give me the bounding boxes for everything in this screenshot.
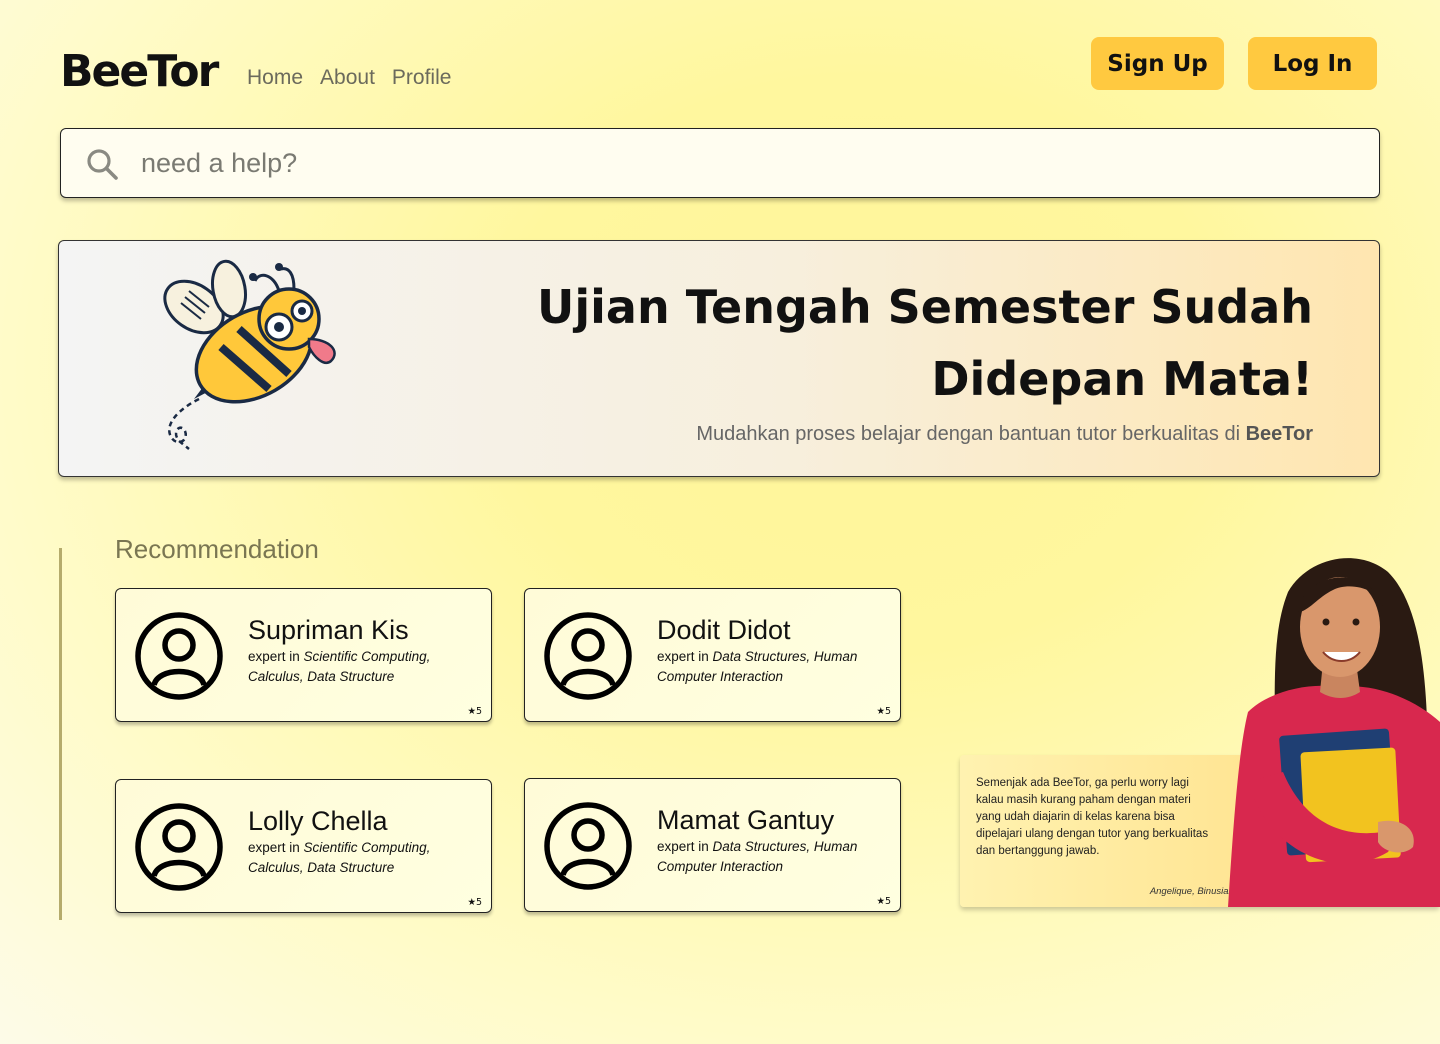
search-input[interactable] xyxy=(141,139,1341,187)
tutor-rating: ★5 xyxy=(467,897,482,908)
user-avatar-icon xyxy=(544,802,632,890)
banner-subtitle-text: Mudahkan proses belajar dengan bantuan t… xyxy=(696,423,1246,445)
banner-title: Ujian Tengah Semester Sudah Didepan Mata… xyxy=(513,271,1313,415)
search-icon xyxy=(87,149,118,180)
recommendation-title: Recommendation xyxy=(115,534,319,564)
banner-subtitle: Mudahkan proses belajar dengan bantuan t… xyxy=(696,423,1313,446)
nav-about[interactable]: About xyxy=(320,66,375,90)
nav-home[interactable]: Home xyxy=(247,66,303,90)
bee-illustration xyxy=(163,259,336,450)
tutor-card[interactable]: Dodit Didot expert in Data Structures, H… xyxy=(524,588,901,722)
main-nav: Home About Profile xyxy=(247,66,451,90)
tutor-card[interactable]: Supriman Kis expert in Scientific Comput… xyxy=(115,588,492,722)
user-avatar-icon xyxy=(135,803,223,891)
tutor-card[interactable]: Mamat Gantuy expert in Data Structures, … xyxy=(524,778,901,912)
tutor-expertise: expert in Scientific Computing, Calculus… xyxy=(248,649,431,684)
tutor-card[interactable]: Lolly Chella expert in Scientific Comput… xyxy=(115,779,492,913)
testimonial-quote: Semenjak ada BeeTor, ga perlu worry lagi… xyxy=(976,777,1209,857)
hero-banner: Ujian Tengah Semester Sudah Didepan Mata… xyxy=(58,240,1380,477)
tutor-name: Mamat Gantuy xyxy=(657,805,835,835)
tutor-name: Supriman Kis xyxy=(248,615,409,645)
tutor-rating: ★5 xyxy=(467,706,482,717)
tutor-expertise: expert in Data Structures, Human Compute… xyxy=(657,839,858,874)
tutor-rating: ★5 xyxy=(876,896,891,907)
logo[interactable]: BeeTor xyxy=(60,46,219,97)
sign-up-button[interactable]: Sign Up xyxy=(1091,37,1224,90)
tutor-name: Lolly Chella xyxy=(248,806,388,836)
recommendation-divider xyxy=(59,548,62,920)
banner-subtitle-brand: BeeTor xyxy=(1245,423,1313,445)
tutor-rating: ★5 xyxy=(876,706,891,717)
banner-title-line1: Ujian Tengah Semester Sudah xyxy=(537,280,1313,334)
testimonial-author: Angelique, Binusian 27 xyxy=(1149,886,1247,897)
tutor-name: Dodit Didot xyxy=(657,615,791,645)
log-in-button[interactable]: Log In xyxy=(1248,37,1377,90)
search-bar[interactable] xyxy=(60,128,1380,198)
user-avatar-icon xyxy=(544,612,632,700)
nav-profile[interactable]: Profile xyxy=(392,66,452,90)
banner-title-line2: Didepan Mata! xyxy=(931,352,1313,406)
student-photo xyxy=(1228,558,1440,907)
tutor-expertise: expert in Data Structures, Human Compute… xyxy=(657,649,858,684)
user-avatar-icon xyxy=(135,612,223,700)
tutor-expertise: expert in Scientific Computing, Calculus… xyxy=(248,840,431,875)
